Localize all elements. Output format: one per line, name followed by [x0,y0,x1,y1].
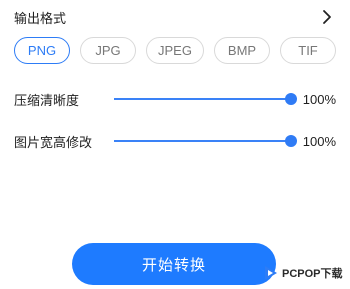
resize-fill [113,140,291,142]
watermark-text: PCPOP下载 [282,268,343,280]
chevron-right-icon[interactable] [320,8,334,26]
format-chip-tif[interactable]: TIF [280,37,336,64]
format-options: PNG JPG JPEG BMP TIF [14,37,336,64]
resize-value: 100% [302,133,336,149]
output-format-header[interactable]: 输出格式 [14,6,334,28]
compression-quality-fill [113,98,291,100]
resize-row: 图片宽高修改 100% [14,131,336,151]
compression-quality-thumb[interactable] [284,93,297,105]
compression-quality-label: 压缩清晰度 [14,93,80,109]
resize-label: 图片宽高修改 [14,135,93,151]
compression-quality-slider[interactable] [113,93,297,105]
compression-quality-row: 压缩清晰度 100% [14,89,336,109]
output-format-title: 输出格式 [14,11,67,27]
pcpop-logo-icon [265,266,277,280]
resize-thumb[interactable] [284,135,297,147]
format-chip-jpeg[interactable]: JPEG [146,37,204,64]
format-chip-jpg[interactable]: JPG [80,37,136,64]
start-convert-button[interactable]: 开始转换 [72,243,276,285]
compression-quality-value: 100% [302,91,336,107]
format-chip-bmp[interactable]: BMP [214,37,270,64]
pcpop-watermark: PCPOP下载 [262,262,343,284]
format-chip-png[interactable]: PNG [14,37,70,64]
resize-slider[interactable] [113,135,297,147]
